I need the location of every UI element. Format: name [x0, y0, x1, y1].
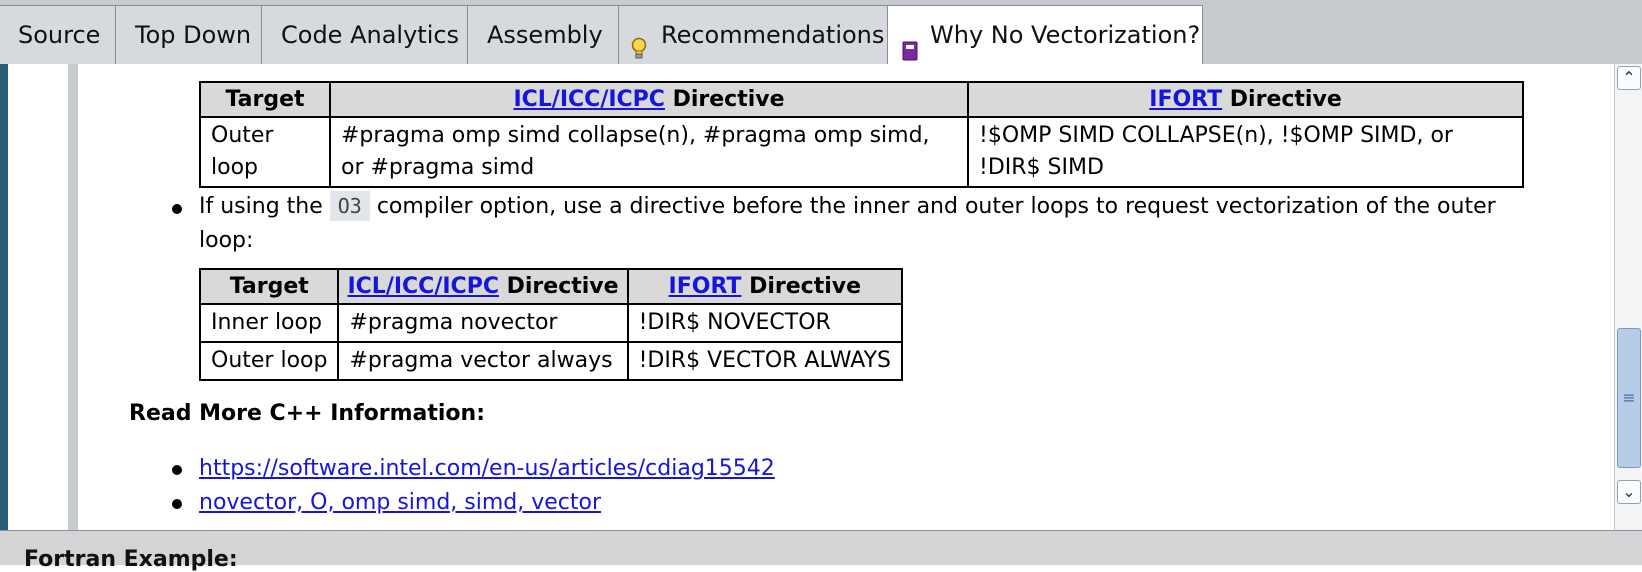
bullet-prefix: If using the [199, 194, 330, 219]
column-header-suffix: Directive [664, 87, 785, 112]
bullet-o3-text-line2: loop: [199, 228, 254, 253]
tab-bar: Source Top Down Code Analytics Assembly … [0, 0, 1642, 66]
o3-option-code: O3 [329, 191, 370, 221]
cell-target: Outer loop [198, 341, 340, 381]
table-header-row: Target ICL/ICC/ICPC Directive IFORT Dire… [198, 268, 904, 305]
tab-why-no-vectorization[interactable]: Why No Vectorization? [887, 5, 1203, 66]
tab-code-analytics[interactable]: Code Analytics [261, 5, 468, 64]
gutter-rule [68, 64, 78, 530]
cell-icl: #pragma vector always [337, 341, 629, 381]
tab-label: Source [18, 21, 101, 49]
column-header-suffix: Directive [741, 274, 862, 299]
cell-target: Inner loop [198, 303, 340, 343]
directive-table-outer-loop: Target ICL/ICC/ICPC Directive IFORT Dire… [199, 81, 1524, 188]
table-row: Outer loop #pragma vector always !DIR$ V… [198, 341, 904, 381]
cdiag15542-link[interactable]: https://software.intel.com/en-us/article… [199, 456, 775, 481]
keyword-links[interactable]: novector, O, omp simd, simd, vector [199, 490, 601, 515]
fortran-example-heading: Fortran Example: [24, 547, 238, 572]
bullet-o3-text: If using the O3 compiler option, use a d… [199, 191, 1496, 221]
tab-source[interactable]: Source [0, 5, 116, 64]
ifort-link[interactable]: IFORT [669, 274, 742, 299]
tab-label: Assembly [487, 21, 603, 49]
column-header-suffix: Directive [1222, 87, 1342, 112]
tab-recommendations[interactable]: Recommendations [618, 5, 888, 64]
cell-ifort: !DIR$ NOVECTOR [626, 303, 904, 343]
grip-icon: ≡ [1622, 388, 1636, 407]
column-header-icl: ICL/ICC/ICPC Directive [337, 268, 629, 305]
bullet-dot [172, 499, 182, 509]
tab-top-down[interactable]: Top Down [115, 5, 262, 64]
vertical-scrollbar[interactable]: ⌃ ≡ ⌄ [1614, 64, 1642, 530]
left-gutter [8, 64, 68, 530]
table-row: Outer loop #pragma omp simd collapse(n),… [199, 116, 1524, 188]
bullet-suffix: compiler option, use a directive before … [369, 194, 1496, 219]
column-header-ifort: IFORT Directive [967, 81, 1524, 118]
scroll-down-button[interactable]: ⌄ [1617, 480, 1641, 504]
tab-assembly[interactable]: Assembly [467, 5, 619, 64]
column-header-ifort: IFORT Directive [626, 268, 904, 305]
tab-label: Recommendations [661, 21, 885, 49]
directive-table-inner-outer: Target ICL/ICC/ICPC Directive IFORT Dire… [198, 268, 904, 381]
cell-icl: #pragma novector [337, 303, 629, 343]
column-header-icl: ICL/ICC/ICPC Directive [329, 81, 969, 118]
cell-target: Outer loop [199, 116, 331, 188]
column-header-target: Target [199, 81, 331, 118]
recommendation-content: Target ICL/ICC/ICPC Directive IFORT Dire… [78, 64, 1614, 530]
table-row: Inner loop #pragma novector !DIR$ NOVECT… [198, 303, 904, 343]
column-header-target: Target [198, 268, 340, 305]
read-more-heading: Read More C++ Information: [129, 401, 486, 426]
cell-icl: #pragma omp simd collapse(n), #pragma om… [329, 116, 969, 188]
lower-pane: Fortran Example: [0, 530, 1642, 572]
chevron-down-icon: ⌄ [1622, 482, 1636, 501]
bullet-dot [172, 204, 182, 214]
icl-link[interactable]: ICL/ICC/ICPC [513, 87, 665, 112]
table-header-row: Target ICL/ICC/ICPC Directive IFORT Dire… [199, 81, 1524, 118]
tab-label: Code Analytics [281, 21, 460, 49]
tab-label: Why No Vectorization? [930, 21, 1201, 49]
scroll-up-button[interactable]: ⌃ [1617, 66, 1641, 90]
column-header-suffix: Directive [498, 274, 619, 299]
tab-label: Top Down [135, 21, 252, 49]
bullet-dot [172, 465, 182, 475]
ifort-link[interactable]: IFORT [1149, 87, 1222, 112]
left-accent-strip [0, 64, 8, 530]
icl-link[interactable]: ICL/ICC/ICPC [347, 274, 499, 299]
cell-ifort: !DIR$ VECTOR ALWAYS [626, 341, 904, 381]
scroll-thumb[interactable]: ≡ [1617, 328, 1641, 468]
chevron-up-icon: ⌃ [1622, 68, 1636, 87]
cell-ifort: !$OMP SIMD COLLAPSE(n), !$OMP SIMD, or !… [967, 116, 1524, 188]
